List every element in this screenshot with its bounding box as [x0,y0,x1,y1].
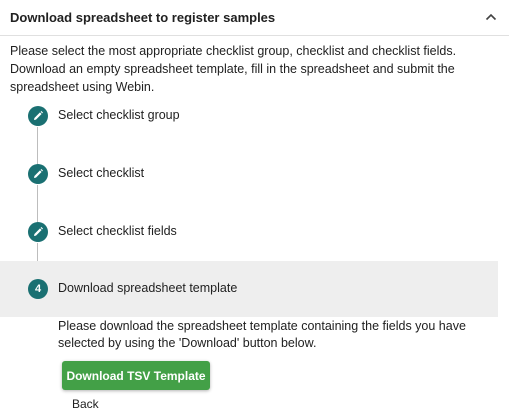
step-download-spreadsheet-template[interactable]: 4 Download spreadsheet template [0,261,498,317]
step-complete-badge [28,164,48,184]
step-complete-badge [28,222,48,242]
pencil-icon [34,111,43,120]
panel-header[interactable]: Download spreadsheet to register samples [0,0,509,36]
step-number-badge: 4 [28,279,48,299]
step-label: Select checklist [58,166,145,180]
download-tsv-template-button[interactable]: Download TSV Template [62,361,210,390]
register-samples-panel: Download spreadsheet to register samples… [0,0,509,418]
step-label: Select checklist group [58,108,180,122]
step-label: Select checklist fields [58,224,177,238]
step-select-checklist-fields[interactable]: Select checklist fields [0,204,498,260]
step-complete-badge [28,106,48,126]
back-button[interactable]: Back [62,394,109,414]
pencil-icon [34,169,43,178]
step-label: Download spreadsheet template [58,281,238,295]
pencil-icon [34,227,43,236]
step-select-checklist-group[interactable]: Select checklist group [0,88,498,144]
panel-title: Download spreadsheet to register samples [10,10,276,25]
step-select-checklist[interactable]: Select checklist [0,146,498,202]
step-number: 4 [34,283,42,295]
step-instructions: Please download the spreadsheet template… [58,319,466,350]
chevron-up-icon[interactable] [483,9,499,25]
